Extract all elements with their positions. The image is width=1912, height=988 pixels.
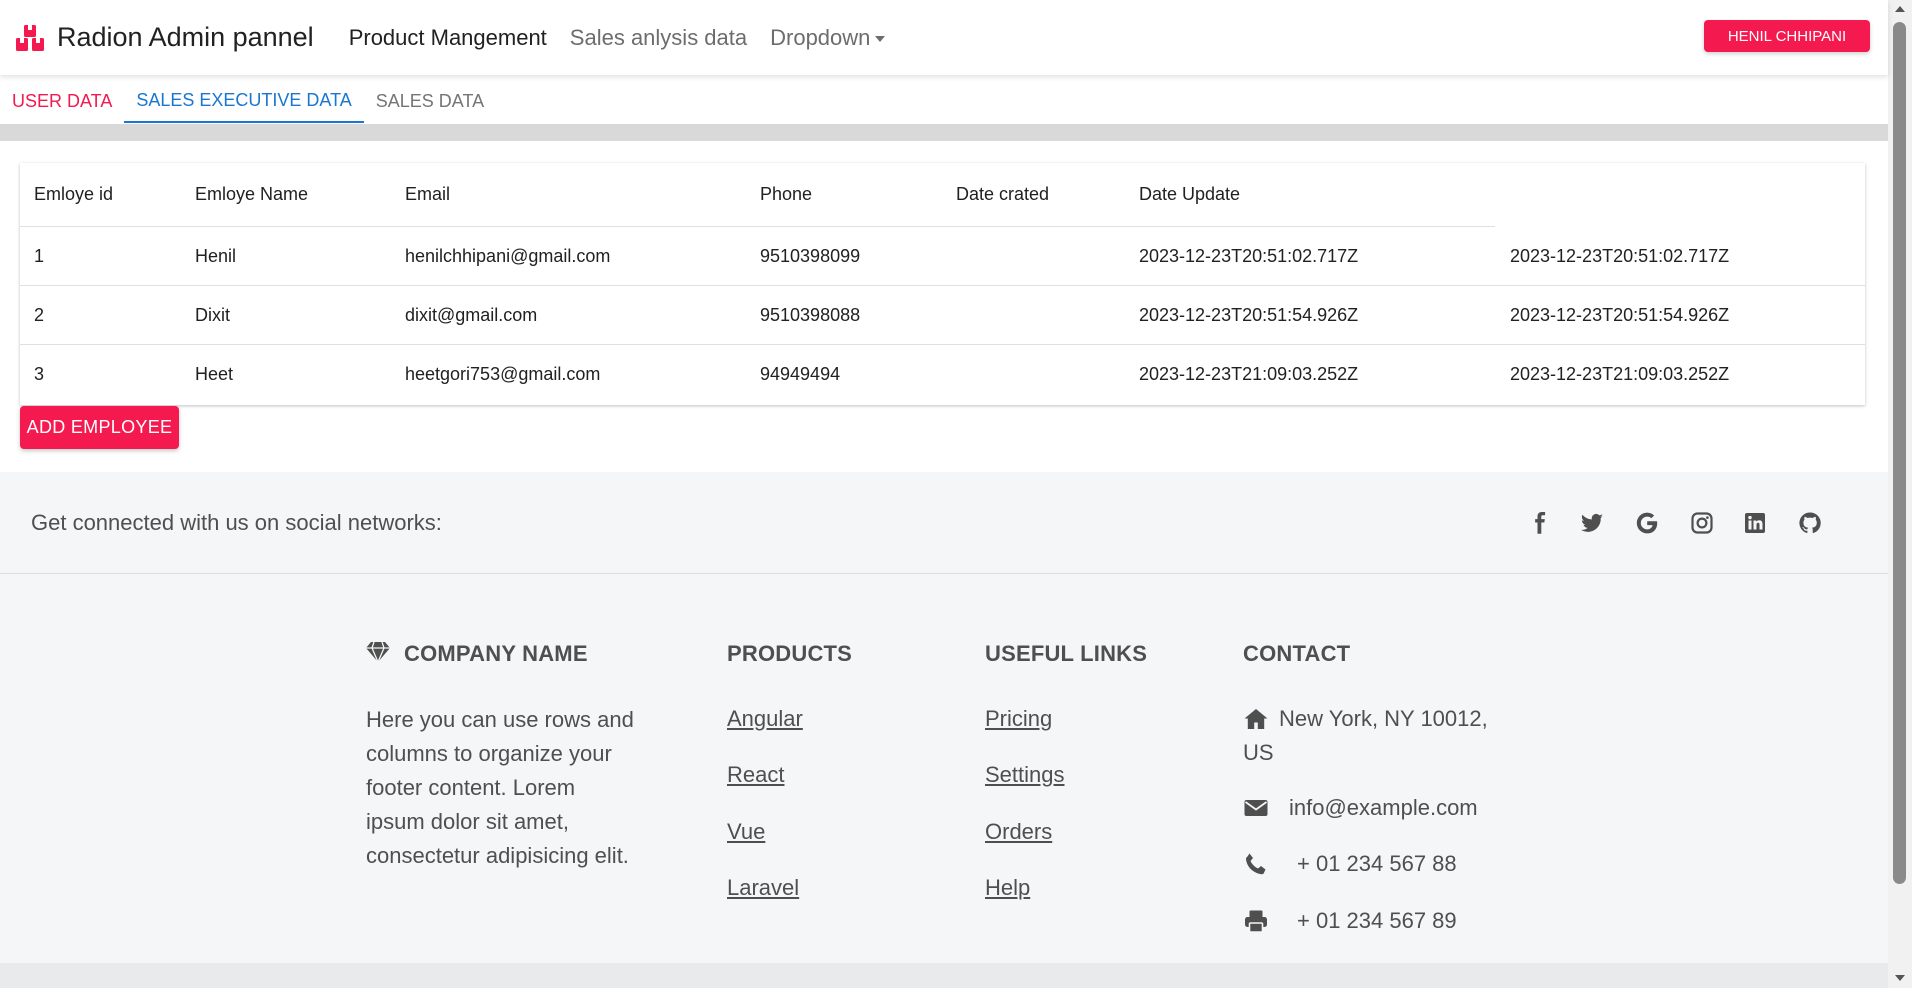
instagram-icon[interactable] bbox=[1689, 510, 1715, 536]
envelope-icon bbox=[1244, 800, 1268, 816]
cell-date: 2023-12-23T20:51:54.926Z bbox=[1510, 304, 1730, 325]
link-settings[interactable]: Settings bbox=[985, 762, 1065, 788]
nav-links: Product Mangement Sales anlysis data Dro… bbox=[349, 25, 909, 51]
cell-email: heetgori753@gmail.com bbox=[405, 364, 601, 384]
cell-email: dixit@gmail.com bbox=[405, 304, 538, 325]
add-employee-button[interactable]: ADD EMPLOYEE bbox=[20, 406, 179, 449]
nav-dropdown-label: Dropdown bbox=[770, 24, 871, 50]
email-text: info@example.com bbox=[1289, 795, 1478, 820]
description-line: Here you can use rows and bbox=[366, 707, 634, 732]
user-button[interactable]: HENIL CHHIPANI bbox=[1704, 20, 1870, 52]
cell-id: 2 bbox=[34, 304, 45, 325]
google-icon[interactable] bbox=[1634, 510, 1660, 536]
scroll-down-icon[interactable] bbox=[1895, 975, 1905, 981]
cell-name: Henil bbox=[195, 245, 237, 266]
link-orders[interactable]: Orders bbox=[985, 819, 1052, 845]
cell-id: 1 bbox=[34, 245, 45, 266]
tab-user-data[interactable]: USER DATA bbox=[0, 79, 124, 123]
column-header: Date crated bbox=[956, 184, 1050, 204]
tab-sales-data[interactable]: SALES DATA bbox=[364, 79, 496, 123]
cell-name: Heet bbox=[195, 364, 234, 384]
cubes-logo-icon bbox=[16, 24, 44, 51]
description-line: ipsum dolor sit amet, bbox=[366, 809, 569, 834]
description-line: footer content. Lorem bbox=[366, 775, 576, 800]
link-help[interactable]: Help bbox=[985, 875, 1030, 901]
brand-title: Radion Admin pannel bbox=[57, 22, 314, 52]
nav-sales-analysis[interactable]: Sales anlysis data bbox=[570, 25, 747, 51]
cell-date: 2023-12-23T20:51:02.717Z bbox=[1139, 245, 1359, 266]
cell-date: 2023-12-23T20:51:02.717Z bbox=[1510, 245, 1730, 266]
gem-icon bbox=[366, 641, 390, 664]
tab-sales-executive-data[interactable]: SALES EXECUTIVE DATA bbox=[124, 79, 364, 123]
github-icon[interactable] bbox=[1797, 510, 1823, 536]
contact-address: New York, NY 10012, bbox=[1243, 706, 1488, 732]
column-header: Email bbox=[405, 184, 451, 204]
brand[interactable]: Radion Admin pannel bbox=[14, 22, 314, 54]
cell-name: Dixit bbox=[195, 304, 230, 325]
cell-phone: 94949494 bbox=[760, 364, 841, 384]
top-navbar: Radion Admin pannel Product Mangement Sa… bbox=[0, 0, 1888, 75]
column-header: Date Update bbox=[1139, 184, 1241, 204]
phone-icon bbox=[1245, 853, 1266, 875]
scroll-up-icon[interactable] bbox=[1895, 6, 1905, 12]
employee-table: Emloye id Emloye Name Email Phone Date c… bbox=[20, 163, 1865, 405]
cell-date: 2023-12-23T20:51:54.926Z bbox=[1139, 304, 1359, 325]
contact-phone: + 01 234 567 88 bbox=[1243, 851, 1457, 877]
cell-date: 2023-12-23T21:09:03.252Z bbox=[1139, 364, 1359, 384]
social-text: Get connected with us on social networks… bbox=[31, 510, 442, 535]
column-header: Phone bbox=[760, 184, 813, 204]
phone-text: + 01 234 567 88 bbox=[1297, 851, 1457, 876]
linkedin-icon[interactable] bbox=[1742, 510, 1768, 536]
link-pricing[interactable]: Pricing bbox=[985, 706, 1052, 732]
social-section: Get connected with us on social networks… bbox=[0, 472, 1888, 574]
company-title-text: COMPANY NAME bbox=[404, 641, 588, 666]
table-row: 2 Dixit dixit@gmail.com 9510398088 2023-… bbox=[20, 286, 1865, 345]
contact-email: info@example.com bbox=[1243, 795, 1478, 821]
nav-dropdown[interactable]: Dropdown bbox=[770, 24, 886, 51]
description-line: consectetur adipisicing elit. bbox=[366, 843, 629, 868]
company-title: COMPANY NAME bbox=[366, 641, 588, 667]
products-title: PRODUCTS bbox=[727, 641, 853, 666]
table-row: 1 Henil henilchhipani@gmail.com 95103980… bbox=[20, 227, 1865, 286]
cell-id: 3 bbox=[34, 364, 45, 384]
company-description: Here you can use rows and columns to org… bbox=[366, 703, 656, 873]
link-laravel[interactable]: Laravel bbox=[727, 875, 799, 901]
link-vue[interactable]: Vue bbox=[727, 819, 765, 845]
cell-email: henilchhipani@gmail.com bbox=[405, 245, 611, 266]
tab-divider bbox=[0, 124, 1888, 141]
cell-date: 2023-12-23T21:09:03.252Z bbox=[1510, 364, 1730, 384]
cell-phone: 9510398088 bbox=[760, 304, 861, 325]
address-line-1: New York, NY 10012, bbox=[1279, 706, 1488, 731]
contact-title: CONTACT bbox=[1243, 641, 1351, 666]
twitter-icon[interactable] bbox=[1579, 510, 1605, 536]
contact-address-2: US bbox=[1243, 740, 1274, 765]
table-header-row: Emloye id Emloye Name Email Phone Date c… bbox=[20, 163, 1495, 227]
tab-bar: USER DATA SALES EXECUTIVE DATA SALES DAT… bbox=[0, 79, 496, 123]
copyright-bar bbox=[0, 963, 1888, 988]
description-line: columns to organize your bbox=[366, 741, 612, 766]
home-icon bbox=[1244, 709, 1268, 729]
table-row: 3 Heet heetgori753@gmail.com 94949494 20… bbox=[20, 345, 1865, 404]
useful-links-title: USEFUL LINKS bbox=[985, 641, 1148, 666]
footer: Get connected with us on social networks… bbox=[0, 472, 1888, 988]
caret-down-icon bbox=[875, 35, 886, 42]
column-header: Emloye Name bbox=[195, 184, 309, 204]
contact-fax: + 01 234 567 89 bbox=[1243, 908, 1457, 934]
scrollbar-thumb[interactable] bbox=[1893, 22, 1906, 884]
cell-phone: 9510398099 bbox=[760, 245, 861, 266]
fax-text: + 01 234 567 89 bbox=[1297, 908, 1457, 933]
nav-product-management[interactable]: Product Mangement bbox=[349, 25, 547, 51]
facebook-icon[interactable] bbox=[1527, 510, 1553, 536]
print-icon bbox=[1245, 910, 1267, 933]
column-header: Emloye id bbox=[34, 184, 114, 204]
link-angular[interactable]: Angular bbox=[727, 706, 803, 732]
link-react[interactable]: React bbox=[727, 762, 784, 788]
